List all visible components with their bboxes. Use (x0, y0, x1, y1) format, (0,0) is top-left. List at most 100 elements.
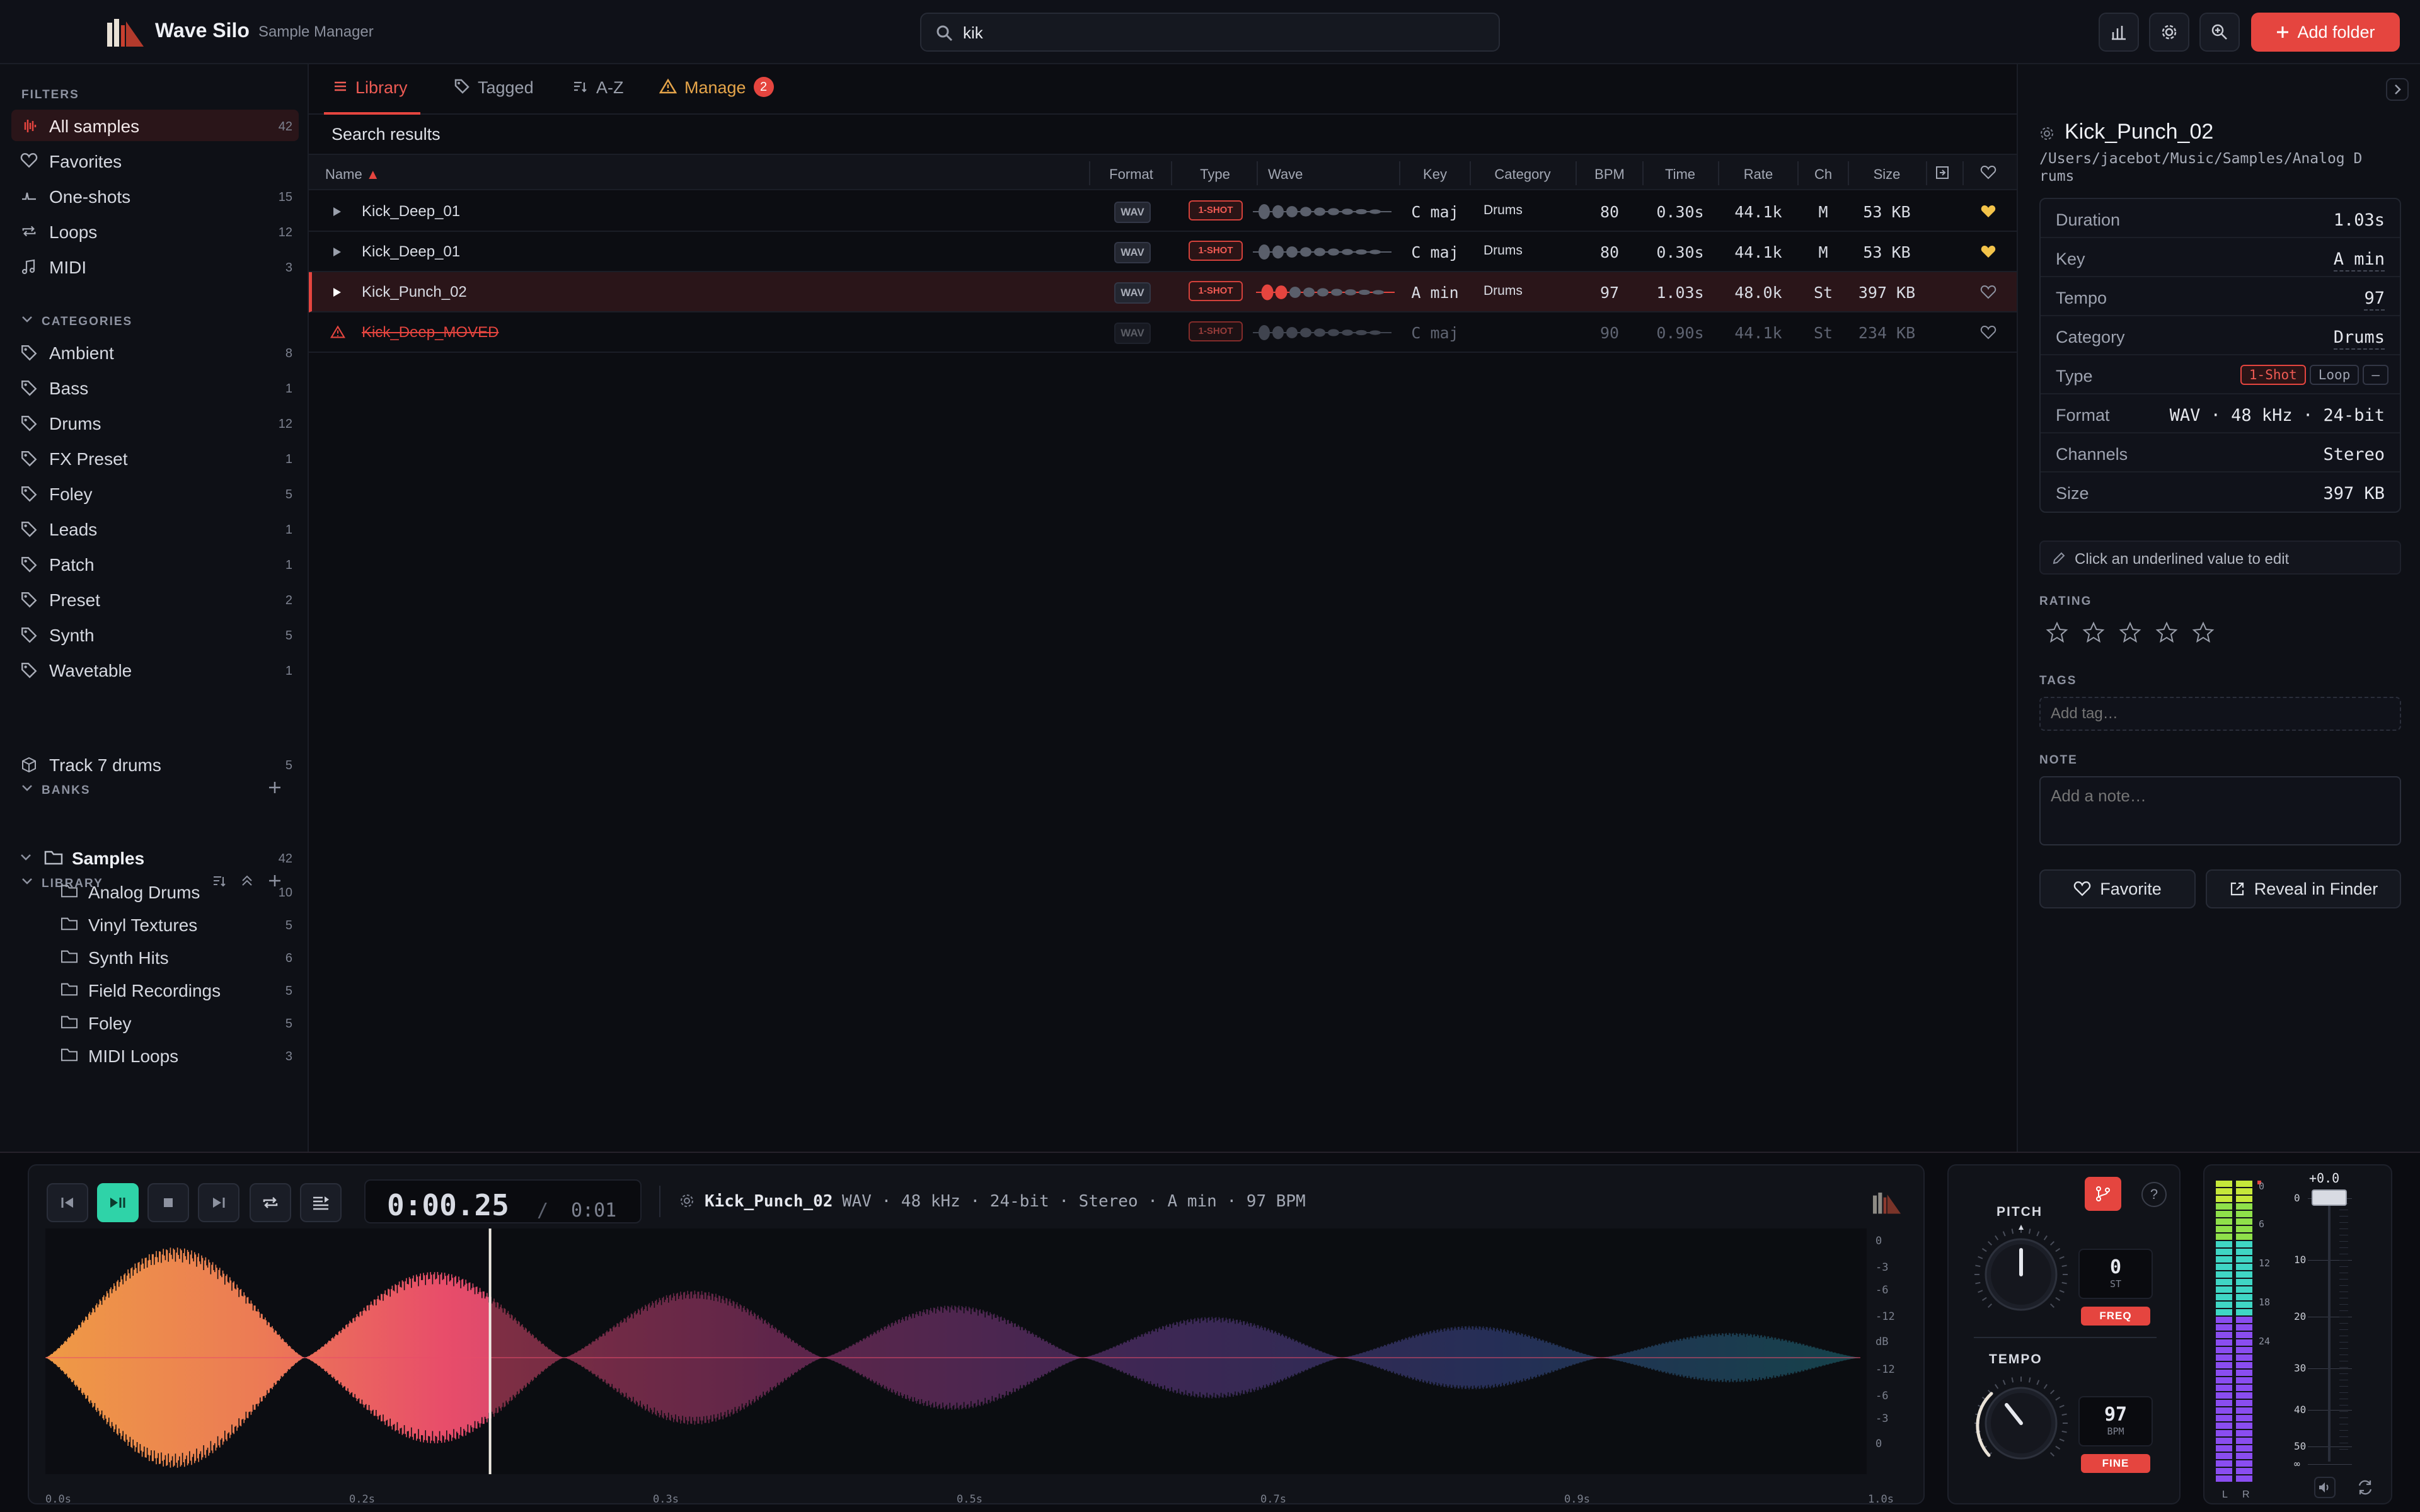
tag-input[interactable] (2039, 697, 2401, 731)
zoom-button[interactable] (2199, 13, 2240, 52)
category-item[interactable]: Ambient 8 (11, 336, 299, 368)
category-item[interactable]: Wavetable 1 (11, 654, 299, 685)
type-badge: 1-SHOT (1189, 200, 1243, 220)
bank-item[interactable]: Track 7 drums 5 (11, 748, 299, 780)
note-input[interactable] (2039, 776, 2401, 845)
col-size[interactable]: Size (1849, 166, 1925, 183)
table-row[interactable]: Kick_Deep_01 WAV 1-SHOT C maj Drums 80 0… (309, 232, 2017, 272)
add-bank-icon[interactable] (267, 780, 282, 795)
volume-icon[interactable] (2314, 1477, 2336, 1498)
col-name[interactable]: Name ▲ (325, 166, 380, 183)
chevron-down-icon[interactable] (20, 853, 32, 862)
star-icon[interactable] (2192, 621, 2215, 644)
star-icon[interactable] (2046, 621, 2068, 644)
search-input[interactable] (963, 19, 1480, 47)
stop-button[interactable] (147, 1183, 189, 1222)
star-icon[interactable] (2082, 621, 2105, 644)
library-root-samples[interactable]: Samples 42 (11, 842, 299, 873)
skip-back-button[interactable] (47, 1183, 88, 1222)
table-row[interactable]: Kick_Deep_01 WAV 1-SHOT C maj Drums 80 0… (309, 192, 2017, 232)
play-icon[interactable] (333, 207, 342, 217)
pitch-lock-button[interactable] (2085, 1177, 2121, 1211)
category-item[interactable]: Bass 1 (11, 372, 299, 403)
filter-favorites[interactable]: Favorites (11, 145, 299, 176)
help-button[interactable]: ? (2141, 1182, 2167, 1207)
library-folder-item[interactable]: Vinyl Textures 5 (11, 908, 299, 940)
filter-all-samples[interactable]: All samples 42 (11, 110, 299, 141)
stats-button[interactable] (2099, 13, 2139, 52)
col-wave[interactable]: Wave (1268, 166, 1303, 183)
gain-fader-handle[interactable] (2312, 1189, 2347, 1206)
pitch-knob[interactable] (1968, 1221, 2075, 1328)
library-folder-item[interactable]: Field Recordings 5 (11, 974, 299, 1005)
settings-button[interactable] (2149, 13, 2189, 52)
col-rate[interactable]: Rate (1719, 166, 1797, 183)
heart-filled-icon[interactable] (1980, 204, 1997, 219)
category-item[interactable]: Drums 12 (11, 407, 299, 438)
filter-one-shots[interactable]: One-shots 15 (11, 180, 299, 212)
tab-library[interactable]: Library (324, 78, 420, 115)
tempo-knob[interactable] (1968, 1370, 2075, 1477)
star-icon[interactable] (2119, 621, 2141, 644)
export-icon[interactable] (1935, 165, 1950, 180)
reset-icon[interactable] (2356, 1478, 2375, 1497)
star-icon[interactable] (2155, 621, 2178, 644)
col-category[interactable]: Category (1471, 166, 1574, 183)
pitch-mode-button[interactable]: FREQ (2081, 1307, 2150, 1326)
add-folder-button[interactable]: Add folder (2251, 13, 2400, 52)
tab-tagged[interactable]: Tagged (454, 78, 534, 115)
collapse-panel-icon[interactable] (2386, 78, 2409, 101)
category-item[interactable]: Leads 1 (11, 513, 299, 544)
library-folder-item[interactable]: Foley 5 (11, 1007, 299, 1038)
col-bpm[interactable]: BPM (1577, 166, 1642, 183)
meter-segment (2236, 1271, 2252, 1278)
library-folder-item[interactable]: Analog Drums 10 (11, 876, 299, 907)
heart-filled-icon[interactable] (1980, 244, 1997, 260)
filter-loops[interactable]: Loops 12 (11, 215, 299, 247)
reveal-in-finder-button[interactable]: Reveal in Finder (2206, 869, 2401, 908)
library-folder-item[interactable]: MIDI Loops 3 (11, 1040, 299, 1071)
prop-value[interactable]: Drums (2333, 328, 2385, 350)
heart-icon[interactable] (1980, 165, 1997, 180)
filter-midi[interactable]: MIDI 3 (11, 251, 299, 282)
category-item[interactable]: Foley 5 (11, 478, 299, 509)
heart-icon[interactable] (1980, 325, 1997, 340)
category-item[interactable]: Patch 1 (11, 548, 299, 580)
col-key[interactable]: Key (1400, 166, 1470, 183)
category-item[interactable]: Synth 5 (11, 619, 299, 650)
category-item[interactable]: Preset 2 (11, 583, 299, 615)
tab-manage[interactable]: Manage 2 (659, 77, 774, 115)
chevron-down-icon[interactable] (21, 315, 33, 324)
col-format[interactable]: Format (1097, 166, 1166, 183)
prop-value: 1.03s (2333, 210, 2385, 230)
table-row[interactable]: Kick_Deep_MOVED WAV 1-SHOT C maj 90 0.90… (309, 312, 2017, 353)
library-folder-item[interactable]: Synth Hits 6 (11, 941, 299, 973)
col-time[interactable]: Time (1644, 166, 1717, 183)
favorite-button[interactable]: Favorite (2039, 869, 2196, 908)
oneshot-icon (22, 192, 36, 200)
detail-path[interactable]: /Users/jacebot/Music/Samples/Analog Drum… (2039, 150, 2405, 185)
loop-button[interactable] (250, 1183, 291, 1222)
type-chip[interactable]: – (2363, 365, 2388, 385)
col-type[interactable]: Type (1175, 166, 1255, 183)
skip-forward-button[interactable] (198, 1183, 239, 1222)
queue-button[interactable] (300, 1183, 342, 1222)
type-chips[interactable]: 1-Shot Loop – (2237, 364, 2388, 385)
category-item[interactable]: FX Preset 1 (11, 442, 299, 474)
chevron-down-icon[interactable] (21, 784, 33, 793)
type-chip[interactable]: 1-Shot (2240, 365, 2306, 385)
tab-a-z[interactable]: A-Z (572, 78, 624, 115)
play-icon[interactable] (333, 287, 342, 297)
prop-value[interactable]: A min (2333, 249, 2385, 272)
play-icon[interactable] (333, 247, 342, 257)
heart-icon[interactable] (1980, 285, 1997, 300)
prop-value[interactable]: 97 (2364, 289, 2385, 311)
col-ch[interactable]: Ch (1799, 166, 1848, 183)
tempo-mode-button[interactable]: FINE (2081, 1454, 2150, 1473)
table-row[interactable]: Kick_Punch_02 WAV 1-SHOT A min Drums 97 … (309, 272, 2017, 312)
row-category: Drums (1484, 284, 1523, 298)
search-box[interactable] (920, 13, 1500, 52)
type-chip[interactable]: Loop (2309, 365, 2360, 385)
waveform-display[interactable] (45, 1228, 1867, 1474)
play-pause-button[interactable] (97, 1183, 139, 1222)
